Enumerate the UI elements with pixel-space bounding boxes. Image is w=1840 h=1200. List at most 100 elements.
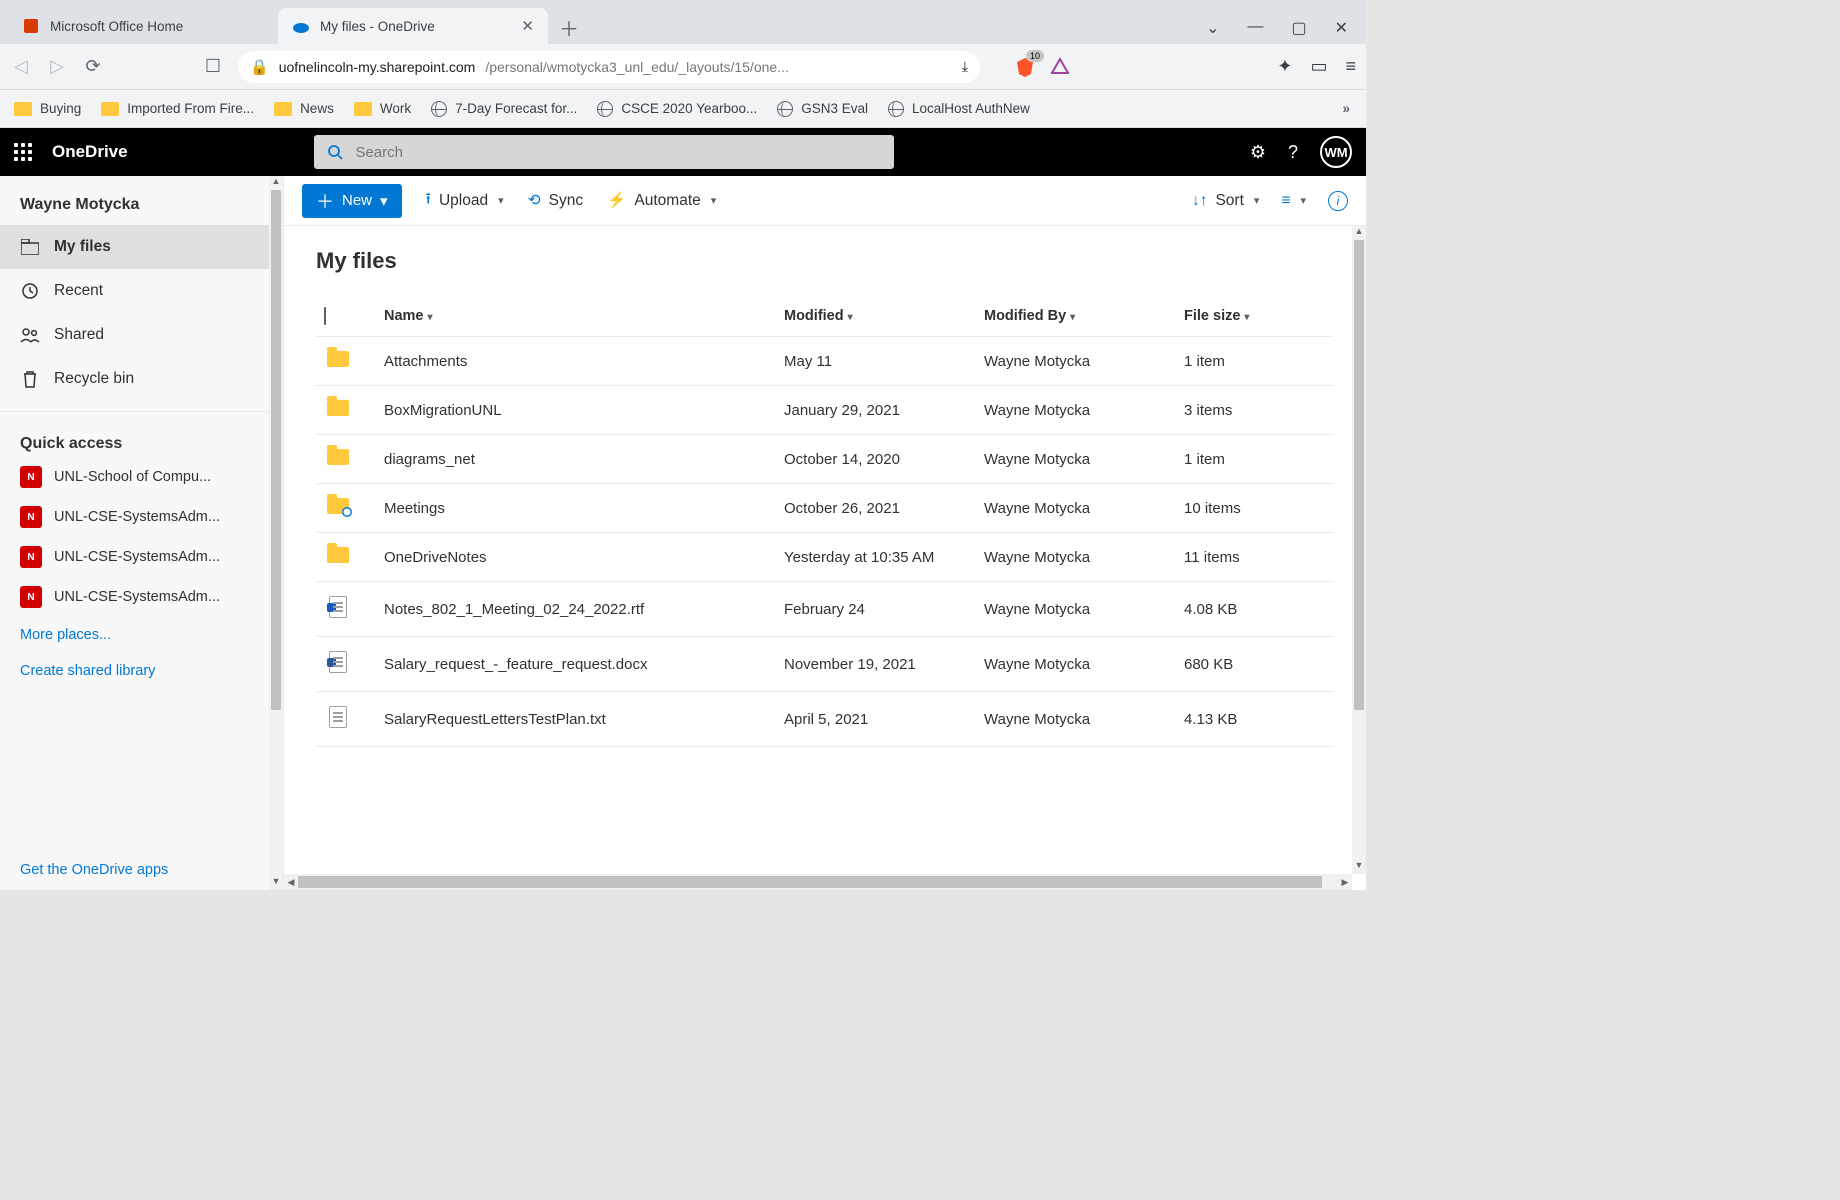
reload-button[interactable]: ⟳ xyxy=(82,56,104,77)
quick-access-item[interactable]: NUNL-CSE-SystemsAdm... xyxy=(0,537,283,577)
back-button[interactable]: ◁ xyxy=(10,56,32,77)
rtf-file-icon xyxy=(329,596,347,618)
bookmark-item[interactable]: Imported From Fire... xyxy=(101,101,254,116)
search-input[interactable] xyxy=(353,143,882,162)
chevron-down-icon[interactable]: ⌄ xyxy=(1206,18,1219,38)
sidebar-item-recycle[interactable]: Recycle bin xyxy=(0,357,283,401)
file-name[interactable]: BoxMigrationUNL xyxy=(376,386,776,435)
file-name[interactable]: diagrams_net xyxy=(376,435,776,484)
file-name[interactable]: OneDriveNotes xyxy=(376,533,776,582)
automate-button[interactable]: ⚡ Automate ▾ xyxy=(607,191,716,210)
column-header-size[interactable]: File size▾ xyxy=(1176,296,1334,337)
address-field[interactable]: 🔒 uofnelincoln-my.sharepoint.com/persona… xyxy=(238,51,980,83)
quick-access-item[interactable]: NUNL-School of Compu... xyxy=(0,457,283,497)
file-size: 3 items xyxy=(1176,386,1334,435)
automate-icon: ⚡ xyxy=(607,191,626,210)
menu-icon[interactable]: ≡ xyxy=(1345,56,1356,77)
app-name[interactable]: OneDrive xyxy=(52,142,128,162)
chevron-down-icon: ▾ xyxy=(428,312,433,323)
quick-access-item[interactable]: NUNL-CSE-SystemsAdm... xyxy=(0,497,283,537)
sidebar-item-recent[interactable]: Recent xyxy=(0,269,283,313)
sidebar-item-shared[interactable]: Shared xyxy=(0,313,283,357)
scroll-thumb[interactable] xyxy=(1354,240,1364,710)
shields-icon[interactable]: 10 xyxy=(1014,56,1036,78)
more-places-link[interactable]: More places... xyxy=(0,617,283,653)
scroll-left-icon[interactable]: ◀ xyxy=(284,874,298,890)
info-button[interactable]: i xyxy=(1328,191,1348,211)
chevron-down-icon: ▾ xyxy=(848,312,853,323)
bookmark-item[interactable]: Buying xyxy=(14,101,81,116)
file-size: 4.08 KB xyxy=(1176,582,1334,637)
bookmark-item[interactable]: 7-Day Forecast for... xyxy=(431,101,577,117)
scroll-up-icon[interactable]: ▲ xyxy=(269,176,283,190)
get-apps-link[interactable]: Get the OneDrive apps xyxy=(20,862,263,878)
scroll-thumb[interactable] xyxy=(271,190,281,710)
url-host: uofnelincoln-my.sharepoint.com xyxy=(279,59,476,75)
scroll-right-icon[interactable]: ▶ xyxy=(1338,874,1352,890)
file-name[interactable]: Attachments xyxy=(376,337,776,386)
table-row[interactable]: diagrams_netOctober 14, 2020Wayne Motyck… xyxy=(316,435,1334,484)
column-header-modified-by[interactable]: Modified By▾ xyxy=(976,296,1176,337)
bookmark-item[interactable]: CSCE 2020 Yearboo... xyxy=(597,101,757,117)
chevron-down-icon: ▾ xyxy=(1244,312,1249,323)
minimize-icon[interactable]: ― xyxy=(1247,18,1263,38)
quick-access-item[interactable]: NUNL-CSE-SystemsAdm... xyxy=(0,577,283,617)
sync-button[interactable]: ⟲ Sync xyxy=(528,191,583,210)
bookmark-item[interactable]: Work xyxy=(354,101,411,116)
table-row[interactable]: Salary_request_-_feature_request.docxNov… xyxy=(316,637,1334,692)
new-tab-button[interactable]: ＋ xyxy=(552,10,586,44)
app-launcher-icon[interactable] xyxy=(14,143,34,161)
table-row[interactable]: AttachmentsMay 11Wayne Motycka1 item xyxy=(316,337,1334,386)
browser-tab-inactive[interactable]: Microsoft Office Home xyxy=(8,8,278,44)
forward-button[interactable]: ▷ xyxy=(46,56,68,77)
column-header-modified[interactable]: Modified▾ xyxy=(776,296,976,337)
scroll-up-icon[interactable]: ▲ xyxy=(1352,226,1366,240)
new-button[interactable]: ＋ New ▾ xyxy=(302,184,402,218)
bookmarks-overflow[interactable]: » xyxy=(1342,101,1352,116)
table-row[interactable]: SalaryRequestLettersTestPlan.txtApril 5,… xyxy=(316,692,1334,747)
scroll-thumb[interactable] xyxy=(298,876,1322,888)
search-box[interactable] xyxy=(314,135,894,169)
bookmark-item[interactable]: GSN3 Eval xyxy=(777,101,868,117)
help-icon[interactable]: ? xyxy=(1288,142,1298,163)
file-name[interactable]: Salary_request_-_feature_request.docx xyxy=(376,637,776,692)
close-window-icon[interactable]: ✕ xyxy=(1335,18,1348,38)
sidebar-scrollbar[interactable]: ▲ ▼ xyxy=(269,176,283,890)
file-modified-by: Wayne Motycka xyxy=(976,533,1176,582)
install-app-icon[interactable]: ⤓ xyxy=(962,58,968,75)
file-modified: April 5, 2021 xyxy=(776,692,976,747)
maximize-icon[interactable]: ▢ xyxy=(1291,18,1306,38)
sort-button[interactable]: ↓↑ Sort ▾ xyxy=(1192,192,1259,210)
table-row[interactable]: MeetingsOctober 26, 2021Wayne Motycka10 … xyxy=(316,484,1334,533)
create-library-link[interactable]: Create shared library xyxy=(0,653,283,689)
table-row[interactable]: Notes_802_1_Meeting_02_24_2022.rtfFebrua… xyxy=(316,582,1334,637)
brave-rewards-icon[interactable] xyxy=(1050,57,1070,77)
file-name[interactable]: SalaryRequestLettersTestPlan.txt xyxy=(376,692,776,747)
browser-tab-active[interactable]: My files - OneDrive ✕ xyxy=(278,8,548,44)
table-row[interactable]: BoxMigrationUNLJanuary 29, 2021Wayne Mot… xyxy=(316,386,1334,435)
people-icon xyxy=(20,327,40,343)
sidebar-item-myfiles[interactable]: My files xyxy=(0,225,283,269)
tab-title: Microsoft Office Home xyxy=(50,19,183,34)
scroll-down-icon[interactable]: ▼ xyxy=(1352,860,1366,874)
settings-icon[interactable]: ⚙ xyxy=(1250,142,1266,163)
file-name[interactable]: Notes_802_1_Meeting_02_24_2022.rtf xyxy=(376,582,776,637)
upload-button[interactable]: ⭱ Upload ▾ xyxy=(426,187,504,214)
file-modified: Yesterday at 10:35 AM xyxy=(776,533,976,582)
bookmark-icon[interactable]: ☐ xyxy=(202,56,224,77)
close-icon[interactable]: ✕ xyxy=(521,17,534,35)
chevron-down-icon: ▾ xyxy=(498,194,504,207)
table-row[interactable]: OneDriveNotesYesterday at 10:35 AMWayne … xyxy=(316,533,1334,582)
bookmark-item[interactable]: LocalHost AuthNew xyxy=(888,101,1030,117)
wallet-icon[interactable]: ▭ xyxy=(1310,56,1327,77)
file-name[interactable]: Meetings xyxy=(376,484,776,533)
column-header-name[interactable]: Name▾ xyxy=(376,296,776,337)
avatar[interactable]: WM xyxy=(1320,136,1352,168)
content-scrollbar[interactable]: ▲ ▼ xyxy=(1352,226,1366,874)
view-button[interactable]: ≡ ▾ xyxy=(1281,192,1306,210)
scroll-down-icon[interactable]: ▼ xyxy=(269,876,283,890)
bookmark-item[interactable]: News xyxy=(274,101,334,116)
extensions-icon[interactable]: ✦ xyxy=(1277,56,1292,77)
horizontal-scrollbar[interactable]: ◀ ▶ xyxy=(284,874,1352,890)
sidebar-item-label: Recent xyxy=(54,282,103,300)
